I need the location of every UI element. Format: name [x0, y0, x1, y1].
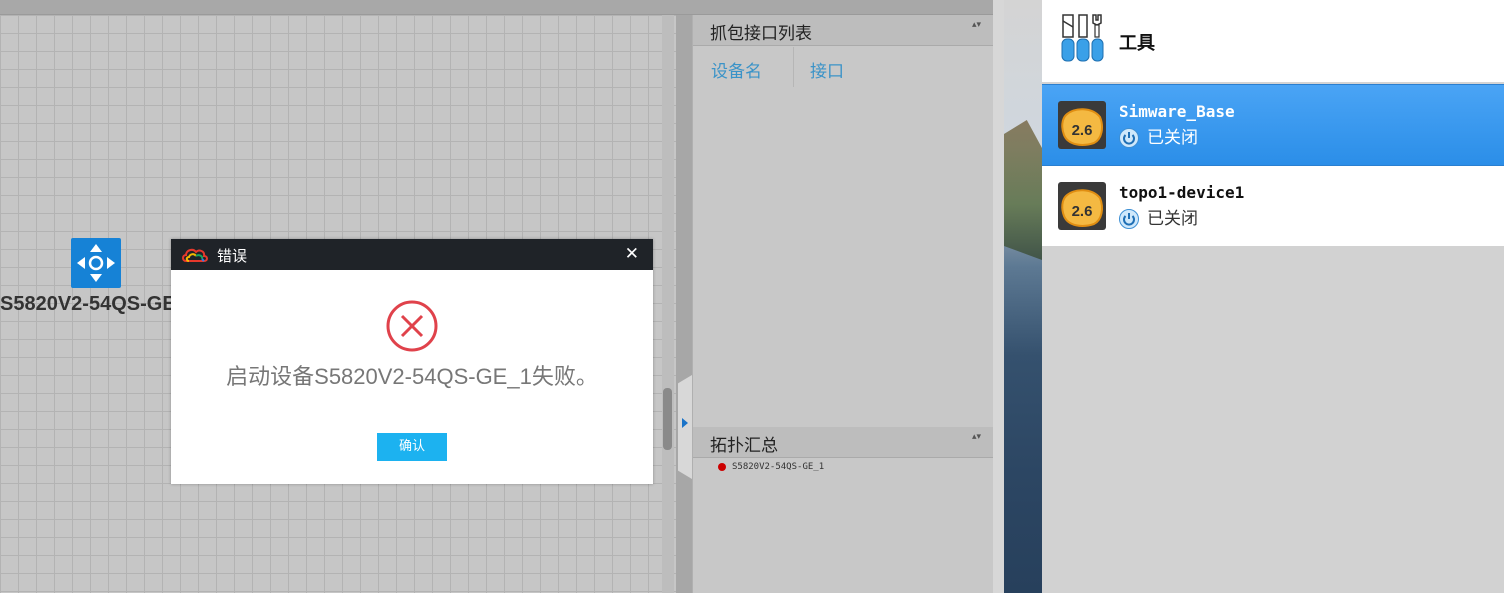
right-panel: 抓包接口列表 ▴▾ 设备名 接口 拓扑汇总 ▴▾ S5820V2-54QS-GE…	[692, 15, 994, 593]
error-icon	[386, 300, 438, 352]
vm-row-simware-base[interactable]: 2.6 Simware_Base 已关闭	[1042, 84, 1504, 166]
vm-row-topo1-device1[interactable]: 2.6 topo1-device1 已关闭	[1042, 166, 1504, 246]
column-interface[interactable]: 接口	[810, 57, 844, 82]
vm-name: topo1-device1	[1119, 183, 1245, 202]
confirm-button[interactable]: 确认	[377, 433, 447, 461]
canvas-scrollbar-thumb[interactable]	[663, 388, 672, 450]
simware-logo-icon: 2.6	[1058, 182, 1106, 230]
device-label[interactable]: S5820V2-54QS-GE_1	[0, 293, 180, 316]
error-message: 启动设备S5820V2-54QS-GE_1失败。	[226, 364, 598, 389]
vm-version-text: 2.6	[1072, 122, 1093, 139]
tools-label: 工具	[1119, 33, 1155, 54]
topology-item-label: S5820V2-54QS-GE_1	[732, 462, 825, 472]
canvas-scrollbar[interactable]	[662, 15, 674, 593]
panel-divider	[676, 15, 692, 593]
vm-status-text: 已关闭	[1147, 128, 1198, 148]
vm-status: 已关闭	[1119, 123, 1198, 148]
top-toolbar	[0, 0, 1004, 15]
vm-status-text: 已关闭	[1147, 209, 1198, 229]
topology-panel-title: 拓扑汇总	[710, 436, 778, 456]
close-icon[interactable]: ✕	[625, 244, 639, 264]
cloud-logo-icon	[182, 248, 208, 262]
power-icon[interactable]	[1119, 209, 1139, 229]
tools-row[interactable]: 工具	[1042, 0, 1504, 84]
collapse-arrow-icon[interactable]	[682, 418, 688, 428]
column-device-name[interactable]: 设备名	[711, 57, 762, 82]
vm-name: Simware_Base	[1119, 102, 1235, 121]
capture-panel-title: 抓包接口列表	[710, 24, 812, 44]
desktop-wallpaper	[1004, 0, 1042, 593]
sort-icon[interactable]: ▴▾	[972, 21, 981, 30]
power-icon[interactable]	[1119, 128, 1139, 148]
move-arrows-icon	[77, 244, 115, 282]
column-separator	[793, 47, 794, 87]
vm-version-text: 2.6	[1072, 203, 1093, 220]
status-dot-icon	[718, 462, 726, 471]
simware-logo-icon: 2.6	[1058, 101, 1106, 149]
window-gap	[993, 0, 1004, 593]
capture-panel-header[interactable]: 抓包接口列表 ▴▾	[693, 15, 993, 46]
topology-panel-header[interactable]: 拓扑汇总 ▴▾	[693, 427, 993, 458]
vm-manager: 工具 2.6 Simware_Base 已关闭 2.6 topo1-device…	[1042, 0, 1504, 593]
topology-list-item[interactable]: S5820V2-54QS-GE_1	[718, 462, 824, 472]
dialog-title-bar[interactable]: 错误 ✕	[171, 239, 653, 270]
wallpaper-cliff	[1004, 120, 1042, 260]
dialog-title: 错误	[217, 247, 248, 265]
tools-icon	[1061, 14, 1104, 62]
error-dialog: 错误 ✕ 启动设备S5820V2-54QS-GE_1失败。 确认	[171, 239, 653, 484]
vm-status: 已关闭	[1119, 204, 1198, 229]
switch-device-icon[interactable]	[71, 238, 121, 288]
sort-icon[interactable]: ▴▾	[972, 433, 981, 442]
